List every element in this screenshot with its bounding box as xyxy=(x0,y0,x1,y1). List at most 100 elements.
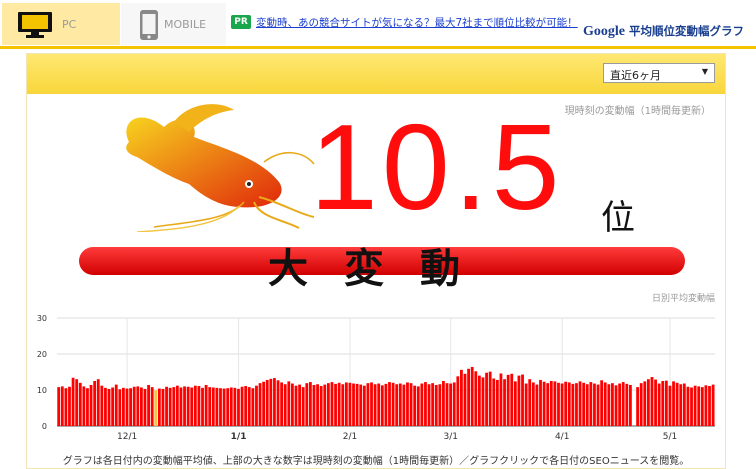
period-select[interactable]: 直近6ヶ月 ▼ xyxy=(603,63,715,83)
chart-bar xyxy=(585,384,589,426)
chart-bar xyxy=(711,384,715,426)
chart-bar xyxy=(510,373,514,426)
chart-bar xyxy=(434,384,438,426)
chart-bar xyxy=(348,382,352,426)
chart-bar xyxy=(251,388,255,426)
y-tick-label: 30 xyxy=(37,314,47,323)
chart-bar xyxy=(402,384,406,426)
chart-bar xyxy=(395,384,399,426)
chart-bar xyxy=(71,377,75,426)
chart-bar xyxy=(391,382,395,426)
chart-bar xyxy=(60,386,64,426)
chart-bar xyxy=(359,384,363,426)
x-tick-label: 5/1 xyxy=(663,432,677,442)
chart-bar xyxy=(319,386,323,426)
chart-bar xyxy=(75,379,79,426)
chart-bar xyxy=(122,387,125,426)
period-select-value: 直近6ヶ月 xyxy=(610,69,661,82)
top-bar: PC MOBILE PR 変動時、あの競合サイトが気になる？最大7社まで順位比較… xyxy=(0,0,756,50)
chart-bar xyxy=(150,387,154,426)
daily-average-label: 日別平均変動幅 xyxy=(651,294,715,304)
chart-bar xyxy=(668,385,672,426)
chart-bar xyxy=(409,383,413,426)
chart-bar xyxy=(326,383,330,426)
chart-bar xyxy=(136,386,140,426)
chart-bar xyxy=(564,381,568,426)
chart-bar xyxy=(506,374,510,426)
chart-bar xyxy=(603,382,607,426)
chart-bar xyxy=(161,388,165,426)
chart-bar xyxy=(513,381,517,426)
chart-bar xyxy=(593,383,596,426)
chart-bar xyxy=(607,384,611,426)
chart-bar xyxy=(247,387,251,426)
y-tick-label: 0 xyxy=(42,422,47,431)
chart-bar xyxy=(78,382,82,426)
chart-bar xyxy=(118,389,122,426)
main-panel: 直近6ヶ月 ▼ 現時刻の変動幅（1時間毎更新） 10.5 位 大変動 日別平均変… xyxy=(26,53,726,469)
chart-bar xyxy=(89,384,93,426)
chart-bar xyxy=(287,381,291,426)
chart-bar xyxy=(535,384,539,426)
chart-bar xyxy=(57,387,61,426)
chart-bar xyxy=(567,382,571,426)
chart-bar xyxy=(352,383,355,426)
chart-bar xyxy=(542,381,546,426)
chart-bar xyxy=(96,379,100,426)
chart-bar xyxy=(104,387,107,426)
chart-bar xyxy=(165,386,168,426)
chart-bar xyxy=(334,383,337,426)
chart-bar xyxy=(600,380,604,426)
chart-bar xyxy=(168,387,172,426)
chart-bar xyxy=(499,373,503,426)
brand-title-text: 平均順位変動幅グラフ xyxy=(624,24,744,38)
chart-bar xyxy=(708,386,711,426)
chart-bar xyxy=(553,381,557,426)
chart-bar xyxy=(132,386,136,426)
chart-bar xyxy=(431,383,435,426)
chart-bar xyxy=(366,383,370,426)
chart-bar xyxy=(215,387,219,426)
chart-bar xyxy=(661,381,665,426)
chart-bar xyxy=(262,381,266,426)
daily-fluctuation-chart[interactable]: 0 10 20 30 12/1 1/1 2/1 3/1 4/1 5/1 xyxy=(27,306,725,451)
dropdown-arrow-icon: ▼ xyxy=(701,67,708,76)
chart-bar xyxy=(373,384,377,426)
chart-bar xyxy=(495,379,499,426)
chart-bar xyxy=(193,385,197,426)
tab-mobile[interactable]: MOBILE xyxy=(121,3,226,45)
chart-bar xyxy=(330,382,334,426)
chart-bar xyxy=(294,385,298,426)
chart-bar xyxy=(68,386,71,426)
chart-bar xyxy=(291,383,294,426)
tab-pc[interactable]: PC xyxy=(2,3,120,45)
chart-bar xyxy=(524,383,528,426)
chart-bar xyxy=(557,382,560,426)
pr-badge: PR xyxy=(231,15,251,29)
chart-bar xyxy=(222,388,226,426)
chart-bar xyxy=(406,382,409,426)
chart-bar xyxy=(679,384,683,426)
chart-bar xyxy=(596,384,600,426)
chart-bar xyxy=(93,381,97,426)
chart-bar xyxy=(575,383,578,426)
chart-bar xyxy=(456,376,460,426)
chart-bar xyxy=(305,383,309,426)
chart-bar xyxy=(420,383,424,426)
chart-bar xyxy=(503,379,506,426)
chart-bar xyxy=(492,378,496,426)
chart-bar xyxy=(240,386,244,426)
chart-bar xyxy=(139,387,143,426)
pr-link[interactable]: 変動時、あの競合サイトが気になる？最大7社まで順位比較が可能！ xyxy=(256,15,578,30)
chart-bar xyxy=(197,386,201,426)
chart-bar xyxy=(560,383,564,426)
chart-bar xyxy=(107,388,111,426)
chart-bar xyxy=(636,387,639,426)
chart-bar xyxy=(672,381,675,426)
chart-bar xyxy=(201,387,204,426)
chart-bar xyxy=(650,377,654,426)
chart-bar xyxy=(265,379,269,426)
chart-bar xyxy=(283,384,287,426)
chart-bar xyxy=(298,384,302,426)
chart-bar xyxy=(470,366,474,426)
